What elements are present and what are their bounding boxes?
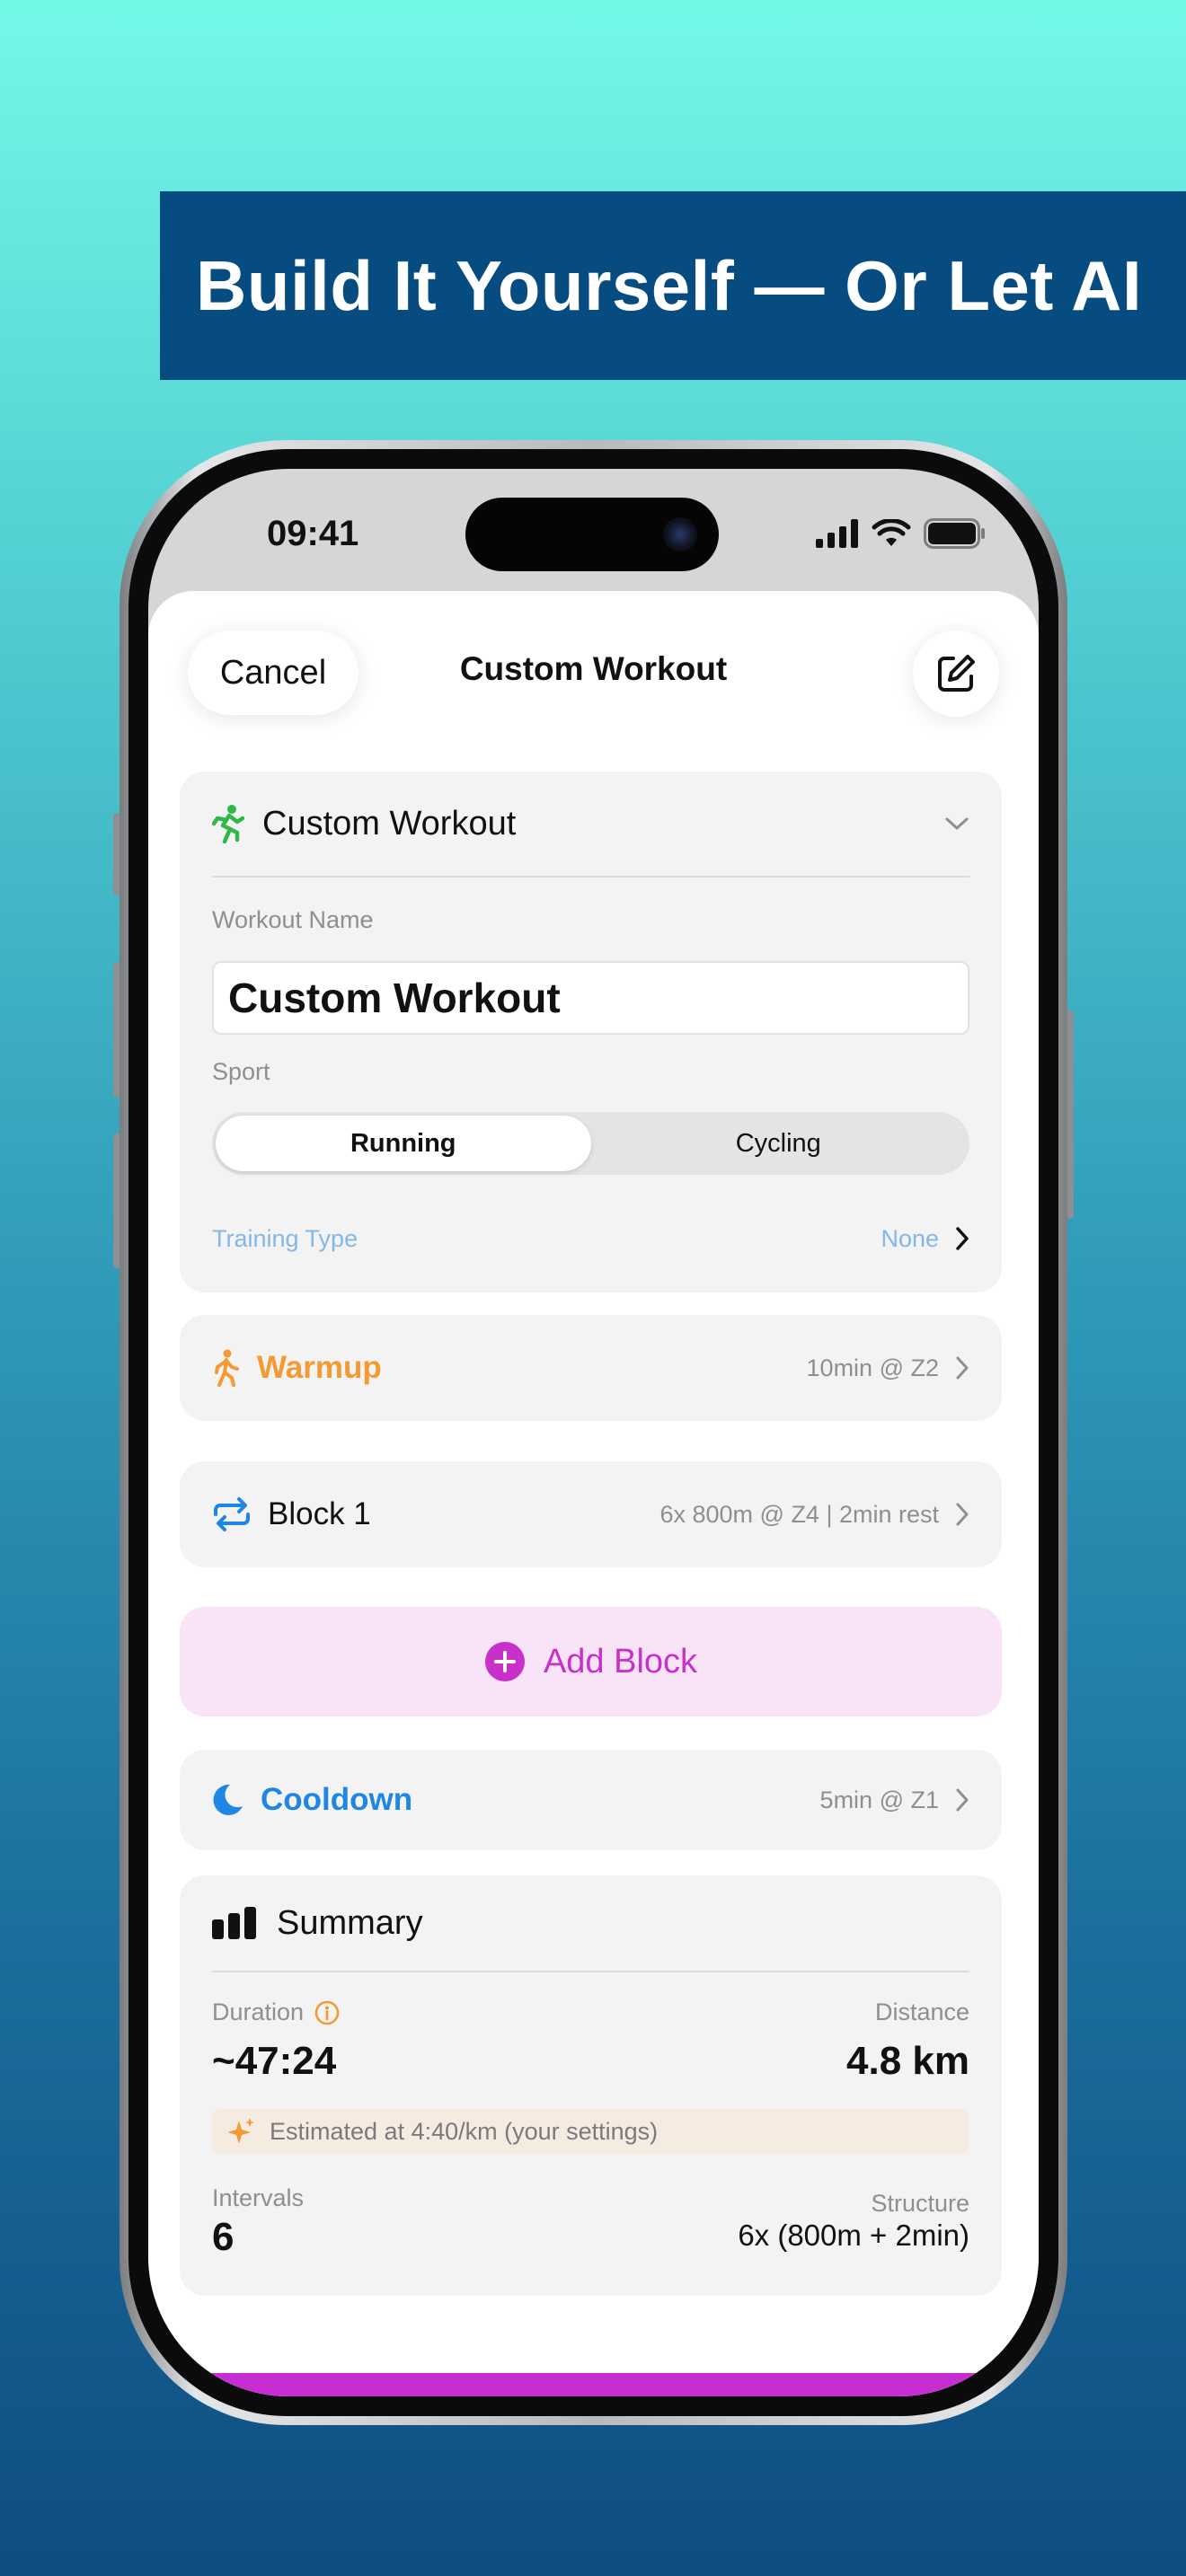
info-icon[interactable] <box>314 2000 340 2025</box>
sparkle-icon <box>228 2118 254 2144</box>
workout-details-header[interactable]: Custom Workout <box>212 772 969 878</box>
nav-title: Custom Workout <box>459 650 728 687</box>
block-1-name: Block 1 <box>268 1496 371 1531</box>
workout-name-input[interactable]: Custom Workout <box>212 961 969 1035</box>
add-block-label: Add Block <box>543 1642 698 1681</box>
workout-details-card: Custom Workout Workout Name Custom Worko… <box>180 772 1002 1292</box>
duration-label: Duration <box>212 1998 305 2025</box>
chevron-right-icon <box>956 1227 969 1250</box>
compose-icon <box>938 655 975 692</box>
workout-name-label: Workout Name <box>212 906 374 933</box>
segment-cycling[interactable]: Cycling <box>591 1116 967 1171</box>
add-block-button[interactable]: Add Block <box>180 1607 1002 1716</box>
chevron-right-icon <box>956 1356 969 1380</box>
segment-running[interactable]: Running <box>216 1116 591 1171</box>
duration-label-group: Duration <box>212 1998 340 2026</box>
training-type-value: None <box>881 1224 939 1252</box>
status-bar: 09:41 <box>148 469 1039 604</box>
phone-screen: 09:41 Cancel Custom Workout Custom Worko… <box>148 469 1039 2396</box>
compose-button[interactable] <box>913 631 999 717</box>
intervals-value: 6 <box>212 2215 235 2259</box>
training-type-row[interactable]: Training Type None <box>212 1221 969 1257</box>
summary-header: Summary <box>212 1875 969 1972</box>
distance-value: 4.8 km <box>846 2039 969 2083</box>
front-camera-icon <box>663 517 697 551</box>
headline-banner: Build It Yourself — Or Let AI <box>160 191 1186 380</box>
summary-title: Summary <box>277 1903 423 1942</box>
phone-bezel: 09:41 Cancel Custom Workout Custom Worko… <box>128 449 1058 2416</box>
dynamic-island <box>465 498 719 571</box>
workout-editor-sheet: Cancel Custom Workout Custom Workout Wor… <box>148 591 1039 2396</box>
block-1-meta: 6x 800m @ Z4 | 2min rest <box>659 1500 939 1528</box>
headline: Build It Yourself — Or Let AI <box>196 245 1143 325</box>
warmup-meta: 10min @ Z2 <box>806 1354 939 1381</box>
chevron-down-icon <box>945 817 969 830</box>
wifi-icon <box>872 519 911 546</box>
running-figure-icon <box>212 805 244 843</box>
repeat-icon <box>214 1497 250 1531</box>
moon-icon <box>213 1784 243 1815</box>
plus-circle-icon <box>484 1642 525 1681</box>
cellular-signal-icon <box>816 519 858 548</box>
battery-icon <box>924 518 985 549</box>
walking-figure-icon <box>215 1349 239 1387</box>
chevron-right-icon <box>956 1503 969 1526</box>
status-time: 09:41 <box>267 514 359 553</box>
cooldown-name: Cooldown <box>261 1782 413 1817</box>
estimate-text: Estimated at 4:40/km (your settings) <box>270 2117 659 2145</box>
warmup-name: Warmup <box>257 1350 382 1385</box>
phone-power-button <box>1067 1010 1074 1219</box>
intervals-label: Intervals <box>212 2184 305 2211</box>
block-1-row[interactable]: Block 1 6x 800m @ Z4 | 2min rest <box>180 1461 1002 1567</box>
duration-value: ~47:24 <box>212 2039 337 2083</box>
sport-segmented-control: Running Cycling <box>212 1112 969 1175</box>
sport-label: Sport <box>212 1058 270 1085</box>
summary-card: Summary Duration Distance ~47:24 4.8 km <box>180 1875 1002 2296</box>
status-icons <box>816 518 987 549</box>
structure-label: Structure <box>871 2190 969 2217</box>
warmup-row[interactable]: Warmup 10min @ Z2 <box>180 1315 1002 1421</box>
bar-chart-icon <box>212 1907 256 1939</box>
cooldown-meta: 5min @ Z1 <box>819 1786 939 1813</box>
distance-label: Distance <box>874 1998 969 2025</box>
workout-details-title: Custom Workout <box>262 804 517 842</box>
estimate-note: Estimated at 4:40/km (your settings) <box>212 2109 969 2154</box>
cooldown-row[interactable]: Cooldown 5min @ Z1 <box>180 1750 1002 1850</box>
chevron-right-icon <box>956 1788 969 1812</box>
bottom-action-bar[interactable] <box>148 2373 1039 2396</box>
training-type-label: Training Type <box>212 1224 358 1252</box>
phone-frame: 09:41 Cancel Custom Workout Custom Worko… <box>119 440 1067 2425</box>
structure-value: 6x (800m + 2min) <box>738 2219 969 2252</box>
